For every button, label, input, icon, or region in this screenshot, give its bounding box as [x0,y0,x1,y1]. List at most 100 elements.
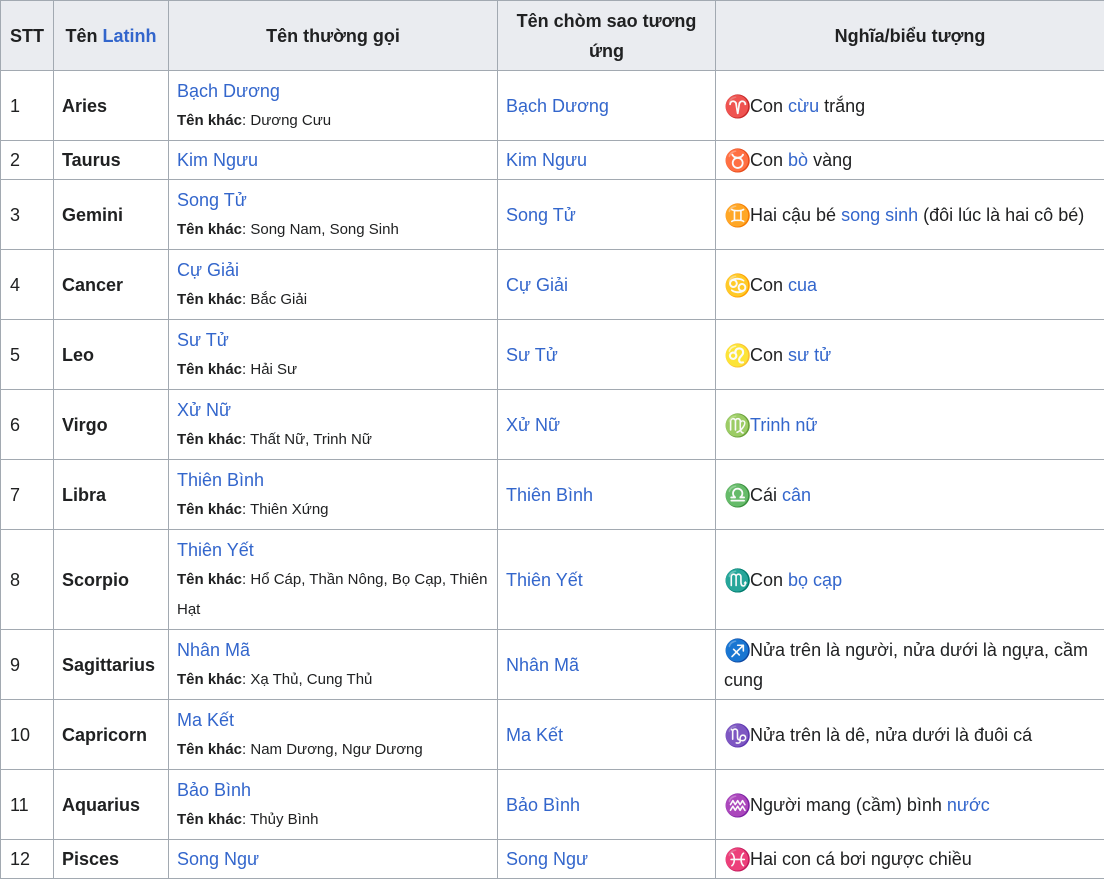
common-name-cell: Bạch Dương Tên khác: Dương Cưu [169,71,498,141]
table-row: 6VirgoXử NữTên khác: Thất Nữ, Trinh NữXử… [1,390,1104,460]
constellation-link[interactable]: Thiên Bình [506,485,593,505]
common-name-link[interactable]: Thiên Yết [177,540,254,560]
constellation-cell: Thiên Yết [498,530,716,630]
constellation-link[interactable]: Song Tử [506,205,576,225]
constellation-cell: Thiên Bình [498,460,716,530]
alt-names: Tên khác: Nam Dương, Ngư Dương [177,735,489,765]
meaning-cell: ♑Nửa trên là dê, nửa dưới là đuôi cá [716,700,1104,770]
stt-cell: 9 [1,630,54,700]
header-common-name[interactable]: Tên thường gọi [169,1,498,71]
meaning-link[interactable]: bọ cạp [788,570,842,590]
meaning-text: Hai con cá bơi ngược chiều [750,849,972,869]
common-name-cell: Bảo BìnhTên khác: Thủy Bình [169,770,498,840]
constellation-cell: Kim Ngưu [498,141,716,180]
constellation-link[interactable]: Bảo Bình [506,795,580,815]
constellation-link[interactable]: Thiên Yết [506,570,583,590]
table-row: 5LeoSư TửTên khác: Hải SưSư Tử♌Con sư tử [1,320,1104,390]
meaning-text: Con [750,570,788,590]
constellation-cell: Bảo Bình [498,770,716,840]
stt-cell: 1 [1,71,54,141]
meaning-text: Nửa trên là người, nửa dưới là ngựa, cầm… [724,640,1088,690]
header-constellation[interactable]: Tên chòm sao tương ứng [498,1,716,71]
header-latin[interactable]: Tên Latinh [54,1,169,71]
table-row: 7LibraThiên BìnhTên khác: Thiên XứngThiê… [1,460,1104,530]
table-row: 3Gemini Song Tử Tên khác: Song Nam, Song S… [1,180,1104,250]
common-name-link[interactable]: Bảo Bình [177,780,251,800]
alt-label: Tên khác [177,112,242,129]
constellation-link[interactable]: Nhân Mã [506,655,579,675]
alt-names: Tên khác: Thiên Xứng [177,495,489,525]
common-name-link[interactable]: Bạch Dương [177,81,280,101]
constellation-cell: Ma Kết [498,700,716,770]
constellation-cell: Nhân Mã [498,630,716,700]
common-name-cell: Nhân MãTên khác: Xạ Thủ, Cung Thủ [169,630,498,700]
table-row: 2TaurusKim NgưuKim Ngưu♉Con bò vàng [1,141,1104,180]
stt-cell: 6 [1,390,54,460]
meaning-link[interactable]: cừu [788,96,819,116]
header-stt[interactable]: STT [1,1,54,71]
latin-name-cell: Gemini [54,180,169,250]
meaning-cell: ♐Nửa trên là người, nửa dưới là ngựa, cầ… [716,630,1104,700]
meaning-link[interactable]: cua [788,275,817,295]
constellation-link[interactable]: Cự Giải [506,275,568,295]
meaning-text: Cái [750,485,782,505]
latin-name-cell: Taurus [54,141,169,180]
latin-name-cell: Leo [54,320,169,390]
common-name-link[interactable]: Xử Nữ [177,400,231,420]
alt-label: Tên khác [177,741,242,758]
common-name-link[interactable]: Song Tử [177,190,247,210]
latin-name-cell: Aries [54,71,169,141]
alt-label: Tên khác [177,571,242,588]
header-meaning[interactable]: Nghĩa/biểu tượng [716,1,1104,71]
constellation-link[interactable]: Kim Ngưu [506,150,587,170]
meaning-link[interactable]: Trinh nữ [750,415,817,435]
alt-label: Tên khác [177,431,242,448]
latin-name-cell: Pisces [54,840,169,879]
common-name-link[interactable]: Nhân Mã [177,640,250,660]
latinh-link[interactable]: Latinh [103,26,157,46]
common-name-link[interactable]: Kim Ngưu [177,150,258,170]
common-name-link[interactable]: Ma Kết [177,710,234,730]
meaning-link[interactable]: bò [788,150,808,170]
alt-label: Tên khác [177,361,242,378]
common-name-cell: Kim Ngưu [169,141,498,180]
meaning-link[interactable]: nước [947,795,990,815]
alt-label: Tên khác [177,221,242,238]
constellation-cell: Song Ngư [498,840,716,879]
alt-label: Tên khác [177,291,242,308]
common-name-link[interactable]: Cự Giải [177,260,239,280]
constellation-link[interactable]: Xử Nữ [506,415,560,435]
stt-cell: 3 [1,180,54,250]
table-row: 8ScorpioThiên YếtTên khác: Hổ Cáp, Thần … [1,530,1104,630]
common-name-cell: Song Tử Tên khác: Song Nam, Song Sinh [169,180,498,250]
meaning-text: vàng [808,150,852,170]
stt-cell: 7 [1,460,54,530]
alt-names: Tên khác: Song Nam, Song Sinh [177,215,489,245]
alt-names-value: : Dương Cưu [242,112,331,129]
stt-cell: 12 [1,840,54,879]
stt-cell: 5 [1,320,54,390]
constellation-link[interactable]: Song Ngư [506,849,588,869]
constellation-link[interactable]: Sư Tử [506,345,558,365]
common-name-link[interactable]: Sư Tử [177,330,229,350]
common-name-cell: Cự GiảiTên khác: Bắc Giải [169,250,498,320]
meaning-cell: ♌Con sư tử [716,320,1104,390]
meaning-link[interactable]: cân [782,485,811,505]
constellation-cell: Xử Nữ [498,390,716,460]
common-name-link[interactable]: Song Ngư [177,849,259,869]
alt-names: Tên khác: Thất Nữ, Trinh Nữ [177,425,489,455]
header-row: STT Tên Latinh Tên thường gọi Tên chòm s… [1,1,1104,71]
meaning-link[interactable]: song sinh [841,205,918,225]
constellation-link[interactable]: Ma Kết [506,725,563,745]
meaning-cell: ♒Người mang (cầm) bình nước [716,770,1104,840]
alt-names-value: : Thất Nữ, Trinh Nữ [242,431,372,448]
meaning-text: Con [750,150,788,170]
virgo-icon: ♍ [724,416,750,436]
meaning-link[interactable]: sư tử [788,345,831,365]
table-row: 12PiscesSong NgưSong Ngư♓Hai con cá bơi … [1,840,1104,879]
meaning-cell: ♋Con cua [716,250,1104,320]
constellation-link[interactable]: Bạch Dương [506,96,609,116]
common-name-link[interactable]: Thiên Bình [177,470,264,490]
leo-icon: ♌ [724,346,750,366]
table-row: 1AriesBạch DươngTên khác: Dương CưuBạch … [1,71,1104,141]
